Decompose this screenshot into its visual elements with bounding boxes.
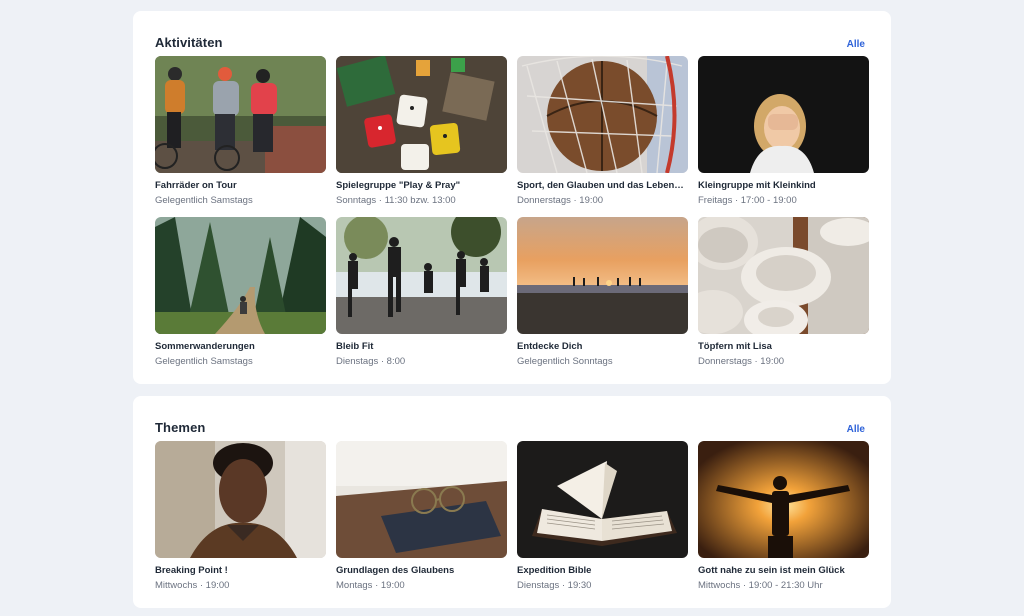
activities-section: Aktivitäten Alle Fahrräder on Tour Geleg… [133,11,891,384]
topics-grid: Breaking Point ! Mittwochs · 19:00 Grund… [155,441,869,602]
activity-card-toddler-group[interactable]: Kleingruppe mit Kleinkind Freitags · 17:… [698,56,869,217]
bible-and-glasses-photo [336,441,507,558]
ceramic-bowls-photo [698,217,869,334]
activity-card-hiking[interactable]: Sommerwanderungen Gelegentlich Samstags [155,217,326,378]
activity-title: Fahrräder on Tour [155,180,237,191]
activities-title: Aktivitäten [155,35,223,50]
activity-schedule: Donnerstags · 19:00 [517,195,604,206]
topics-header: Themen Alle [155,396,869,441]
topic-card-expedition-bible[interactable]: Expedition Bible Dienstags · 19:30 [517,441,688,602]
man-arms-open-sunset-photo [698,441,869,558]
activity-card-cycling[interactable]: Fahrräder on Tour Gelegentlich Samstags [155,56,326,217]
sunset-beach-photo [517,217,688,334]
open-bible-photo [517,441,688,558]
topics-section: Themen Alle Breaking Point ! Mittwochs ·… [133,396,891,608]
topic-title: Breaking Point ! [155,565,228,576]
activity-card-pottery[interactable]: Töpfern mit Lisa Donnerstags · 19:00 [698,217,869,378]
activities-all-link[interactable]: Alle [847,39,865,50]
topic-schedule: Mittwochs · 19:00 - 21:30 Uhr [698,580,823,591]
activities-grid: Fahrräder on Tour Gelegentlich Samstags [155,56,869,378]
topic-title: Grundlagen des Glaubens [336,565,455,576]
activities-header: Aktivitäten Alle [155,11,869,56]
activity-card-discover[interactable]: Entdecke Dich Gelegentlich Sonntags [517,217,688,378]
topic-card-faith-basics[interactable]: Grundlagen des Glaubens Montags · 19:00 [336,441,507,602]
activity-schedule: Gelegentlich Samstags [155,195,253,206]
topic-schedule: Dienstags · 19:30 [517,580,592,591]
activity-title: Sport, den Glauben und das Leben… [517,180,684,191]
activity-schedule: Dienstags · 8:00 [336,356,406,367]
topics-all-link[interactable]: Alle [847,424,865,435]
activity-card-sport[interactable]: Sport, den Glauben und das Leben… Donner… [517,56,688,217]
activity-card-fitness[interactable]: Bleib Fit Dienstags · 8:00 [336,217,507,378]
topic-card-breaking-point[interactable]: Breaking Point ! Mittwochs · 19:00 [155,441,326,602]
activity-schedule: Freitags · 17:00 - 19:00 [698,195,797,206]
topic-card-close-to-god[interactable]: Gott nahe zu sein ist mein Glück Mittwoc… [698,441,869,602]
activity-title: Entdecke Dich [517,341,583,352]
activity-schedule: Donnerstags · 19:00 [698,356,785,367]
forest-hiker-photo [155,217,326,334]
activity-schedule: Gelegentlich Sonntags [517,356,613,367]
activity-schedule: Gelegentlich Samstags [155,356,253,367]
topic-schedule: Mittwochs · 19:00 [155,580,230,591]
activity-title: Sommerwanderungen [155,341,255,352]
activity-card-games[interactable]: Spielegruppe "Play & Pray" Sonntags · 11… [336,56,507,217]
young-man-portrait-photo [155,441,326,558]
activity-title: Kleingruppe mit Kleinkind [698,180,816,191]
cycling-group-photo [155,56,326,173]
topics-title: Themen [155,420,206,435]
activity-schedule: Sonntags · 11:30 bzw. 13:00 [336,195,456,206]
topic-title: Expedition Bible [517,565,592,576]
topic-schedule: Montags · 19:00 [336,580,405,591]
topic-title: Gott nahe zu sein ist mein Glück [698,565,845,576]
basketball-hoop-photo [517,56,688,173]
activity-title: Spielegruppe "Play & Pray" [336,180,461,191]
activity-title: Töpfern mit Lisa [698,341,772,352]
activity-title: Bleib Fit [336,341,374,352]
child-hiding-face-photo [698,56,869,173]
outdoor-fitness-group-photo [336,217,507,334]
board-games-dice-photo [336,56,507,173]
